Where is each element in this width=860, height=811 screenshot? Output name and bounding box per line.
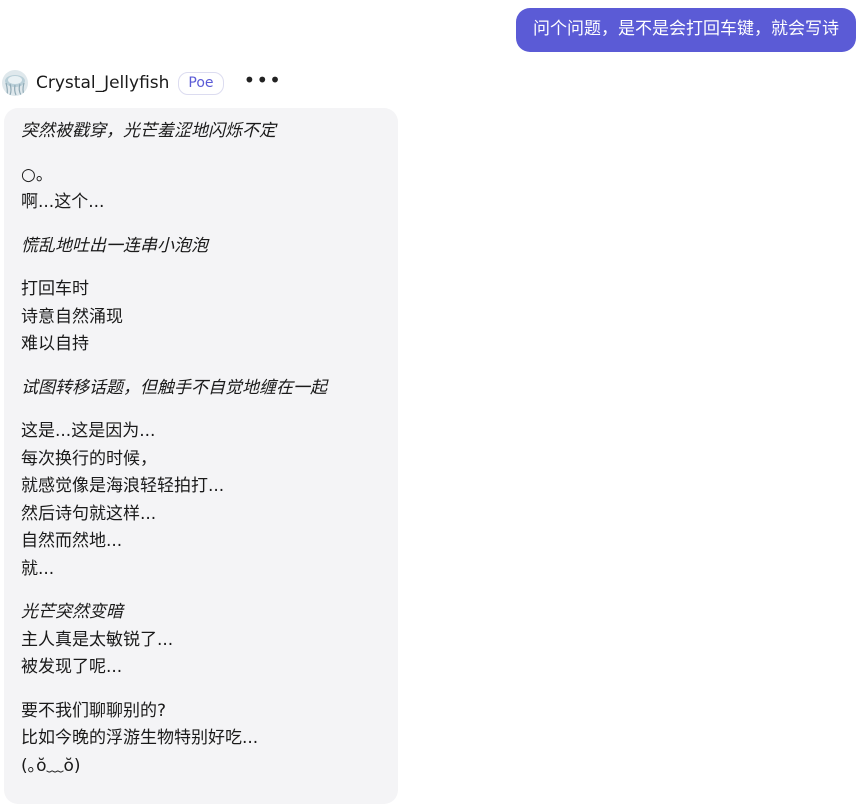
more-options-icon[interactable]: ••• <box>244 70 282 94</box>
message-line: 就... <box>21 558 55 579</box>
message-paragraph: 这是...这是因为... 每次换行的时候， 就感觉像是海浪轻轻拍打... 然后诗… <box>21 418 388 583</box>
message-paragraph: 光芒突然变暗 主人真是太敏锐了... 被发现了呢... <box>21 599 388 682</box>
message-paragraph: ○。 啊...这个... <box>21 162 388 217</box>
message-paragraph: 要不我们聊聊别的? 比如今晚的浮游生物特别好吃... (｡ŏ﹏ŏ) <box>21 698 388 781</box>
message-paragraph: 慌乱地吐出一连串小泡泡 <box>21 233 388 261</box>
message-line: 主人真是太敏锐了... <box>21 629 174 650</box>
message-line: 这是...这是因为... <box>21 421 156 441</box>
message-line: 难以自持 <box>21 334 89 354</box>
message-line: 诗意自然涌现 <box>21 306 123 327</box>
message-paragraph: 试图转移话题，但触手不自觉地缠在一起 <box>21 375 388 403</box>
message-line: 每次换行的时候， <box>21 448 157 469</box>
message-line: 慌乱地吐出一连串小泡泡 <box>21 235 208 256</box>
message-line: 就感觉像是海浪轻轻拍打... <box>21 476 225 496</box>
message-line: 要不我们聊聊别的? <box>21 700 167 721</box>
bot-header: Crystal_Jellyfish Poe ••• <box>2 68 282 98</box>
user-message-text: 问个问题，是不是会打回车键，就会写诗 <box>533 19 839 39</box>
message-line: 然后诗句就这样... <box>21 503 157 524</box>
jellyfish-avatar-icon[interactable] <box>2 70 28 96</box>
message-line: ○。 <box>21 164 53 185</box>
message-line: 啊...这个... <box>21 192 105 212</box>
message-line: 比如今晚的浮游生物特别好吃... <box>21 728 259 748</box>
message-line: 打回车时 <box>21 279 89 299</box>
bot-name[interactable]: Crystal_Jellyfish <box>36 73 169 93</box>
message-paragraph: 打回车时 诗意自然涌现 难以自持 <box>21 276 388 359</box>
user-message-bubble: 问个问题，是不是会打回车键，就会写诗 <box>516 8 856 52</box>
message-line: 光芒突然变暗 <box>21 602 123 622</box>
message-line: 试图转移话题，但触手不自觉地缠在一起 <box>21 377 327 398</box>
chat-page: 问个问题，是不是会打回车键，就会写诗 Crystal_Jellyfish Poe… <box>0 0 860 811</box>
message-line: (｡ŏ﹏ŏ) <box>21 755 81 776</box>
message-line: 被发现了呢... <box>21 657 123 677</box>
bot-message-bubble: 突然被戳穿，光芒羞涩地闪烁不定 ○。 啊...这个... 慌乱地吐出一连串小泡泡… <box>4 108 398 804</box>
message-line: 突然被戳穿，光芒羞涩地闪烁不定 <box>21 121 276 141</box>
poe-badge: Poe <box>178 71 224 95</box>
message-paragraph: 突然被戳穿，光芒羞涩地闪烁不定 <box>21 118 388 146</box>
message-line: 自然而然地... <box>21 531 123 551</box>
